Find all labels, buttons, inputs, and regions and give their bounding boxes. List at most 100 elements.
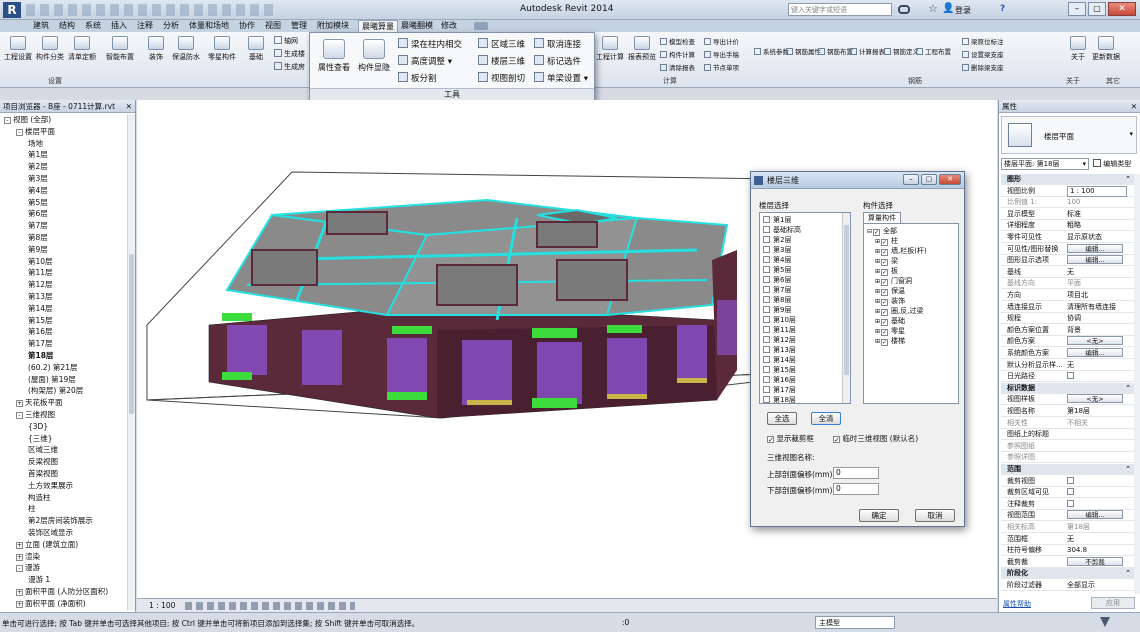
expand-icon[interactable]: ⊞ (875, 268, 880, 275)
tab-12[interactable]: 晨曦翻模 (398, 20, 436, 32)
floor-item[interactable]: 第13层 (763, 345, 796, 355)
tree-node[interactable]: 第10层 (28, 256, 53, 268)
tree-node[interactable]: 柱 (28, 503, 36, 515)
property-row[interactable]: 系统颜色方案 编辑... (1001, 348, 1135, 359)
property-value[interactable] (1067, 371, 1133, 382)
property-value[interactable]: 100 (1067, 197, 1133, 208)
ribbon-right-small-5[interactable]: 节点单项 (704, 62, 739, 72)
property-row[interactable]: 颜色方案 <无> (1001, 336, 1135, 348)
collapse-icon[interactable]: ⌃ (1125, 464, 1131, 475)
property-row[interactable]: 可见性/图形替换 编辑... (1001, 243, 1135, 255)
minimize-icon[interactable]: – (1068, 2, 1086, 16)
component-checkbox[interactable]: ✓ (881, 249, 889, 256)
property-view-button[interactable]: 属性查看 (314, 39, 354, 73)
component-item[interactable]: ⊞ ✓ 楼梯 (875, 336, 905, 346)
tree-node[interactable]: - 三维视图 (16, 409, 55, 421)
component-root[interactable]: ⊟ ✓ 全部 (867, 226, 897, 236)
floor-item[interactable]: 第9层 (763, 305, 791, 315)
tree-node[interactable]: - 楼层平面 (16, 126, 55, 138)
floor-item[interactable]: 第7层 (763, 285, 791, 295)
slab-split-button[interactable]: 板分割 (398, 72, 437, 85)
tree-node[interactable]: + 天花板平面 (16, 397, 63, 409)
maximize-icon[interactable]: ▢ (1088, 2, 1106, 16)
tree-node[interactable]: 第5层 (28, 197, 48, 209)
ribbon-right-small-10[interactable]: 钢筋定义 (884, 46, 919, 56)
expand-icon[interactable]: ⊞ (875, 338, 880, 345)
close-icon[interactable]: ✕ (1108, 2, 1136, 16)
floor-checkbox[interactable] (763, 266, 770, 273)
show-crop-option[interactable]: ✓ 显示裁剪框 (767, 433, 814, 444)
component-checkbox[interactable]: ✓ (881, 289, 889, 296)
tab-0[interactable]: 建筑 (30, 20, 52, 32)
property-value[interactable]: <无> (1067, 336, 1133, 347)
ribbon-button-2[interactable]: 清单定额 (66, 36, 98, 62)
single-beam-setting-button[interactable]: 单梁设置 ▾ (534, 72, 588, 85)
tree-node[interactable]: 第4层 (28, 185, 48, 197)
component-checkbox[interactable]: ✓ (881, 309, 889, 316)
property-row[interactable]: 柱符号偏移 304.8 (1001, 545, 1135, 557)
expand-icon[interactable]: ⊞ (875, 288, 880, 295)
tab-11[interactable]: 晨曦算量 (358, 20, 398, 32)
property-checkbox[interactable] (1067, 499, 1074, 507)
collapse-icon[interactable]: ⌃ (1125, 383, 1131, 394)
property-value[interactable]: 编辑... (1067, 510, 1133, 521)
floor-list-scrollbar[interactable] (842, 213, 850, 403)
floor-item[interactable]: 第3层 (763, 245, 791, 255)
ribbon-right-small-12[interactable]: 梁原位标注 (962, 36, 1004, 46)
floor-checkbox[interactable] (763, 286, 770, 293)
property-value[interactable]: 粗略 (1067, 220, 1133, 231)
property-row[interactable]: 相关标高 第18层 (1001, 522, 1135, 533)
component-item[interactable]: ⊞ ✓ 梁 (875, 256, 898, 266)
property-button[interactable]: 编辑... (1067, 348, 1123, 357)
view-control-icons[interactable] (185, 602, 355, 610)
expand-icon[interactable]: + (16, 589, 23, 596)
tree-node[interactable]: 第13层 (28, 291, 53, 303)
floor-checkbox[interactable] (763, 296, 770, 303)
property-row[interactable]: 相关性 不相关 (1001, 418, 1135, 429)
expand-icon[interactable]: - (16, 565, 23, 573)
floor-checkbox[interactable] (763, 386, 770, 393)
floor-item[interactable]: 第11层 (763, 325, 796, 335)
tree-node[interactable]: 土方效果展示 (28, 480, 73, 492)
tab-6[interactable]: 体量和场地 (186, 20, 232, 32)
property-value[interactable]: 不相关 (1067, 418, 1133, 429)
tree-node[interactable]: 第16层 (28, 326, 53, 338)
minimize-icon[interactable]: – (903, 174, 919, 185)
property-button[interactable]: 编辑... (1067, 255, 1123, 265)
expand-icon[interactable]: ⊞ (875, 308, 880, 315)
tab-9[interactable]: 管理 (288, 20, 310, 32)
tree-node[interactable]: 第2层 (28, 161, 48, 173)
property-checkbox[interactable] (1067, 488, 1074, 496)
property-value[interactable]: 第18层 (1067, 406, 1133, 417)
property-value[interactable]: 编辑... (1067, 255, 1133, 266)
tab-7[interactable]: 协作 (236, 20, 258, 32)
expand-icon[interactable]: ⊞ (875, 258, 880, 265)
tree-node[interactable]: 漫游 1 (28, 574, 50, 586)
height-adjust-button[interactable]: 高度调整 ▾ (398, 55, 452, 68)
property-value[interactable]: 全部显示 (1067, 580, 1133, 591)
property-row[interactable]: 视图样板 <无> (1001, 394, 1135, 406)
tree-node[interactable]: 第17层 (28, 338, 53, 350)
component-checkbox[interactable]: ✓ (881, 239, 889, 246)
help-icon[interactable]: ? (1000, 4, 1005, 14)
floor-checkbox[interactable] (763, 366, 770, 373)
property-row[interactable]: 基线方向 平面 (1001, 278, 1135, 290)
top-offset-input[interactable]: 0 (833, 467, 879, 479)
quick-access-toolbar[interactable] (26, 4, 276, 16)
ribbon-right-small-6[interactable]: 系统参数 (754, 46, 789, 56)
floor-checkbox[interactable] (763, 246, 770, 253)
property-row[interactable]: 图纸上的标题 (1001, 429, 1135, 441)
tree-node[interactable]: 首梁视图 (28, 468, 58, 480)
bottom-offset-input[interactable]: 0 (833, 483, 879, 495)
tab-5[interactable]: 分析 (160, 20, 182, 32)
revit-logo-icon[interactable]: R (3, 2, 21, 18)
property-row[interactable]: 颜色方案位置 背景 (1001, 325, 1135, 336)
tree-node[interactable]: (屋面) 第19层 (28, 374, 76, 386)
properties-help-link[interactable]: 属性帮助 (1003, 599, 1031, 609)
tree-node[interactable]: 第3层 (28, 173, 48, 185)
floor-item[interactable]: 第16层 (763, 375, 796, 385)
tree-node[interactable]: 第1层 (28, 149, 48, 161)
expand-icon[interactable]: ⊞ (875, 248, 880, 255)
close-icon[interactable]: ✕ (939, 174, 961, 185)
component-item[interactable]: ⊞ ✓ 柱 (875, 236, 898, 246)
